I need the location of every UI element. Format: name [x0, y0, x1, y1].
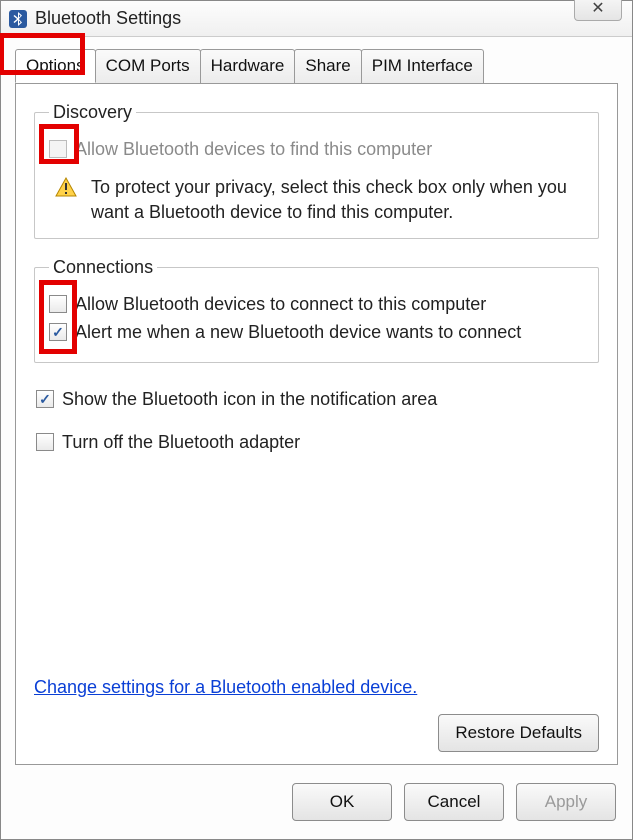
tab-options[interactable]: Options	[15, 49, 96, 83]
show-icon-label: Show the Bluetooth icon in the notificat…	[62, 387, 437, 411]
dialog-footer: OK Cancel Apply	[1, 775, 632, 839]
tab-com-ports[interactable]: COM Ports	[95, 49, 201, 83]
restore-defaults-button[interactable]: Restore Defaults	[438, 714, 599, 752]
allow-find-checkbox[interactable]	[49, 140, 67, 158]
extras-group: Show the Bluetooth icon in the notificat…	[36, 381, 599, 472]
allow-connect-checkbox[interactable]	[49, 295, 67, 313]
bluetooth-icon	[9, 10, 27, 28]
warning-icon	[55, 177, 77, 197]
allow-find-label: Allow Bluetooth devices to find this com…	[75, 137, 432, 161]
connections-legend: Connections	[49, 257, 157, 278]
show-icon-checkbox[interactable]	[36, 390, 54, 408]
tab-pim-interface[interactable]: PIM Interface	[361, 49, 484, 83]
discovery-legend: Discovery	[49, 102, 136, 123]
tab-content-options: Discovery Allow Bluetooth devices to fin…	[15, 83, 618, 765]
discovery-warning-text: To protect your privacy, select this che…	[91, 175, 584, 224]
close-button[interactable]: ✕	[574, 0, 622, 21]
titlebar: Bluetooth Settings ✕	[1, 1, 632, 37]
ok-button[interactable]: OK	[292, 783, 392, 821]
turn-off-checkbox[interactable]	[36, 433, 54, 451]
tab-hardware[interactable]: Hardware	[200, 49, 296, 83]
tab-share[interactable]: Share	[294, 49, 361, 83]
cancel-button[interactable]: Cancel	[404, 783, 504, 821]
apply-button[interactable]: Apply	[516, 783, 616, 821]
discovery-group: Discovery Allow Bluetooth devices to fin…	[34, 102, 599, 239]
alert-new-label: Alert me when a new Bluetooth device wan…	[75, 320, 521, 344]
close-icon: ✕	[591, 0, 604, 18]
turn-off-label: Turn off the Bluetooth adapter	[62, 430, 300, 454]
tab-bar: Options COM Ports Hardware Share PIM Int…	[1, 37, 632, 83]
alert-new-checkbox[interactable]	[49, 323, 67, 341]
window-title: Bluetooth Settings	[35, 8, 181, 29]
change-settings-link[interactable]: Change settings for a Bluetooth enabled …	[34, 677, 599, 698]
connections-group: Connections Allow Bluetooth devices to c…	[34, 257, 599, 364]
bluetooth-settings-window: Bluetooth Settings ✕ Options COM Ports H…	[0, 0, 633, 840]
allow-connect-label: Allow Bluetooth devices to connect to th…	[75, 292, 486, 316]
